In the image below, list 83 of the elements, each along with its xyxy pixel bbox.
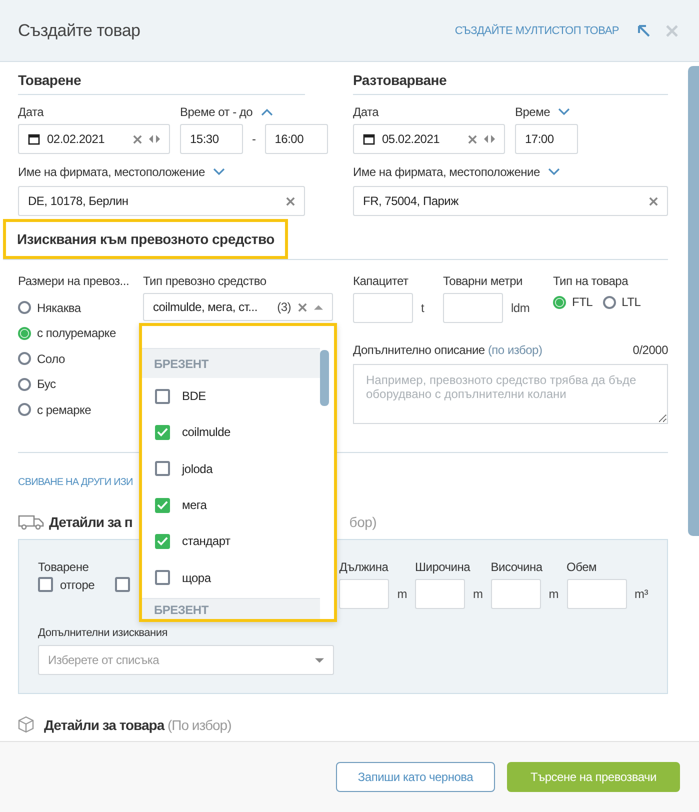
field-label: Име на фирмата, местоположение (18, 165, 205, 179)
clear-icon[interactable] (298, 302, 307, 312)
unit-label: m (397, 587, 407, 601)
dimension-field[interactable] (339, 579, 390, 609)
field-label: Товарни метри (443, 274, 524, 288)
radio-option[interactable]: Някаква (18, 295, 143, 320)
field-label: Капацитет (353, 274, 410, 288)
unit-label: m (473, 587, 483, 601)
field-label: Размери на превоз... (18, 274, 130, 288)
field-label: Обем (566, 560, 598, 574)
section-title: Товарене (18, 72, 305, 95)
dimension-field[interactable] (566, 579, 626, 609)
character-counter: 0/2000 (632, 343, 668, 357)
field-label: Височина (490, 560, 544, 574)
dropdown-option[interactable]: стандарт (142, 523, 334, 560)
field-label: Тип на товара (553, 274, 630, 288)
radio-option[interactable]: с полуремарке (18, 320, 143, 346)
unit-label: t (421, 301, 424, 315)
calendar-icon (363, 133, 375, 145)
capacity-field[interactable] (353, 293, 413, 323)
unit-label: m (548, 587, 558, 601)
field-label: Време от - до (180, 105, 253, 119)
field-label: Широчина (415, 560, 472, 574)
dropdown-option[interactable]: BDE (142, 378, 334, 414)
chevron-down-icon[interactable] (558, 108, 570, 116)
dimension-field[interactable] (415, 579, 465, 609)
field-label: Допълнително описание (по избор) (353, 343, 542, 357)
chevron-up-icon[interactable] (260, 108, 273, 116)
group-header: БРЕЗЕНТ (142, 348, 320, 378)
radio-option[interactable]: Бус (18, 372, 143, 397)
stepper-arrows-icon[interactable] (149, 135, 160, 143)
unit-label: m³ (634, 587, 648, 601)
truck-icon (18, 514, 44, 530)
dimension-field[interactable] (490, 579, 541, 609)
box-icon (18, 716, 34, 733)
dropdown-option[interactable]: joloda (142, 450, 334, 487)
stepper-arrows-icon[interactable] (484, 135, 495, 143)
clear-icon[interactable] (286, 196, 295, 206)
time-field[interactable]: 15:30 (180, 124, 243, 154)
group-header: БРЕЗЕНТ (142, 598, 320, 619)
radio-option[interactable]: LTL (602, 295, 641, 309)
date-field[interactable]: 02.02.2021 (18, 124, 170, 154)
description-field[interactable]: Например, превозното средство трябва да бъде оборудвано с допълнителни колани (353, 364, 668, 424)
unit-label: ldm (511, 301, 530, 315)
caret-down-icon (315, 658, 324, 662)
section-title: Разтоварване (353, 72, 668, 95)
time-field[interactable]: 17:00 (515, 124, 578, 154)
dialog-title: Създайте товар (18, 20, 142, 40)
field-label: Допълнителни изисквания (38, 627, 168, 639)
location-field[interactable]: FR, 75004, Париж (353, 186, 668, 216)
radio-option[interactable]: Соло (18, 346, 143, 372)
dropdown-option[interactable]: мега (142, 486, 334, 524)
field-label: Дата (353, 105, 380, 119)
optional-note: бор) (349, 514, 377, 530)
field-label: Дължина (339, 560, 390, 574)
radio-option[interactable]: с ремарке (18, 397, 143, 422)
field-label: Товарене (38, 560, 90, 574)
loading-meters-field[interactable] (443, 293, 503, 323)
radio-option[interactable]: FTL (553, 295, 593, 309)
chevron-down-icon[interactable] (548, 168, 560, 176)
checkbox-option[interactable]: отгоре (38, 577, 95, 592)
collapse-arrow-icon[interactable] (637, 24, 651, 38)
location-field[interactable]: DE, 10178, Берлин (18, 186, 305, 216)
dropdown-option[interactable]: щора (142, 559, 334, 596)
clear-icon[interactable] (649, 196, 658, 206)
section-title: Изисквания към превозното средство (3, 219, 288, 259)
field-label: Дата (18, 105, 45, 119)
time-field[interactable]: 16:00 (264, 124, 328, 154)
date-field[interactable]: 05.02.2021 (353, 124, 505, 154)
field-label: Име на фирмата, местоположение (353, 165, 540, 179)
range-separator: - (252, 132, 256, 146)
vehicle-type-select[interactable]: coilmulde, мега, ст... (3) (143, 293, 333, 321)
scrollbar[interactable] (320, 350, 329, 406)
scrollbar[interactable] (688, 66, 699, 536)
section-title: Детайли за п (49, 514, 132, 530)
clear-icon[interactable] (133, 134, 142, 144)
dropdown-option[interactable]: coilmulde (142, 414, 334, 451)
field-label: Време (515, 105, 550, 119)
section-title: Детайли за товара (По избор) (44, 716, 232, 732)
calendar-icon (28, 133, 40, 145)
field-label: Тип превозно средство (143, 274, 268, 288)
chevron-down-icon[interactable] (212, 168, 225, 176)
clear-icon[interactable] (468, 134, 477, 144)
